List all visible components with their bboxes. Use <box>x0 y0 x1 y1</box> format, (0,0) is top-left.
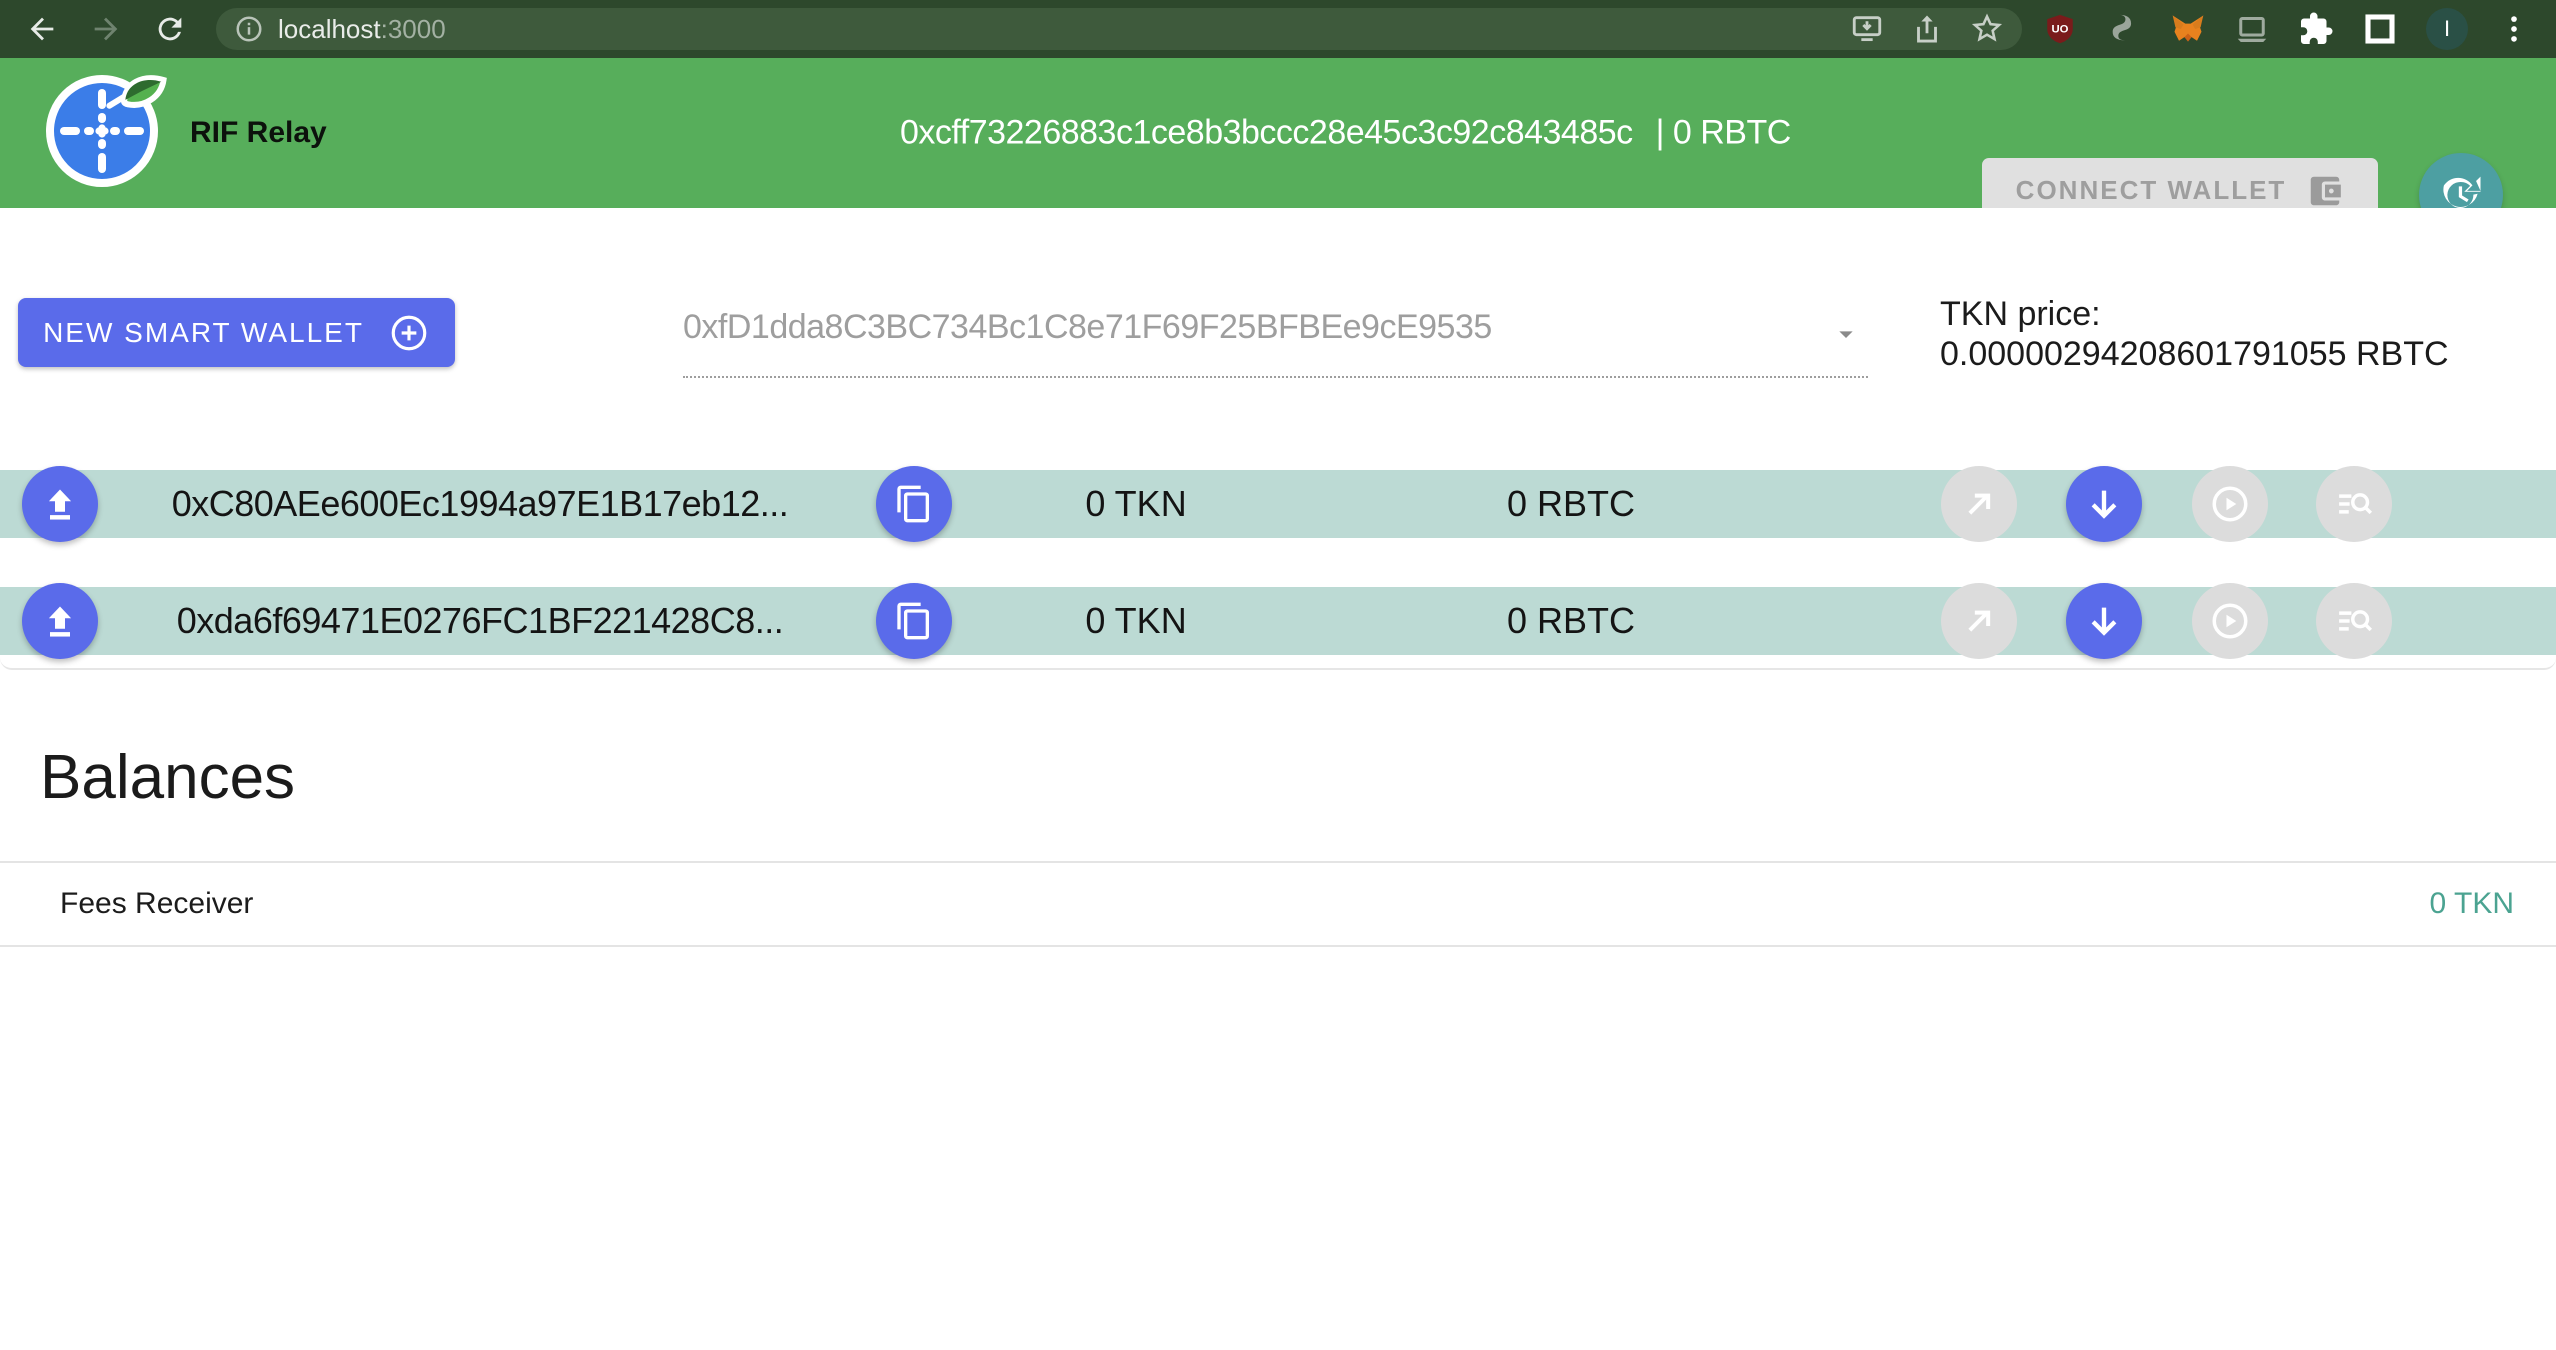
upload-icon <box>40 601 80 641</box>
wallet-tkn-balance: 0 TKN <box>1026 587 1246 655</box>
transfer-button[interactable] <box>1941 466 2017 542</box>
side-panel-icon[interactable] <box>2362 11 2398 47</box>
wallet-icon <box>2306 172 2344 210</box>
metamask-icon[interactable] <box>2170 11 2206 47</box>
copy-icon <box>894 484 934 524</box>
browser-toolbar: localhost:3000 UO <box>0 0 2556 58</box>
browser-menu-icon[interactable] <box>2496 11 2532 47</box>
copy-address-button[interactable] <box>876 583 952 659</box>
header-account-balance: | 0 RBTC <box>1656 114 1791 152</box>
screen: localhost:3000 UO <box>0 0 2556 1350</box>
extension-bar: UO <box>2042 8 2532 50</box>
receive-button[interactable] <box>2066 583 2142 659</box>
smart-wallet-row: 0xC80AEe600Ec1994a97E1B17eb12... 0 TKN 0… <box>0 470 2556 538</box>
url-host: localhost <box>278 14 381 45</box>
smart-wallet-select-value: 0xfD1dda8C3BC734Bc1C8e71F69F25BFBEe9cE95… <box>683 308 1492 347</box>
reload-icon[interactable] <box>152 11 188 47</box>
arrow-down-icon <box>2084 484 2124 524</box>
upload-icon <box>40 484 80 524</box>
install-icon[interactable] <box>1850 12 1884 46</box>
tkn-price: TKN price: 0.00000294208601791055 RBTC <box>1940 294 2449 374</box>
table-row: Fees Receiver 0 TKN <box>0 861 2556 947</box>
new-smart-wallet-label: NEW SMART WALLET <box>43 317 364 349</box>
tkn-price-label: TKN price: <box>1940 294 2449 334</box>
wallet-rbtc-balance: 0 RBTC <box>1461 587 1681 655</box>
rif-relay-logo <box>40 46 180 196</box>
app-header: RIF Relay 0xcff73226883c1ce8b3bccc28e45c… <box>0 58 2556 208</box>
wallet-address: 0xC80AEe600Ec1994a97E1B17eb12... <box>120 470 840 538</box>
url-port: :3000 <box>381 14 446 45</box>
balances-title: Balances <box>40 742 295 813</box>
bookmark-star-icon[interactable] <box>1970 12 2004 46</box>
back-icon[interactable] <box>24 11 60 47</box>
laptop-icon[interactable] <box>2234 11 2270 47</box>
profile-avatar[interactable]: I <box>2426 8 2468 50</box>
header-account-address: 0xcff73226883c1ce8b3bccc28e45c3c92c84348… <box>900 114 1633 152</box>
wallet-rbtc-balance: 0 RBTC <box>1461 470 1681 538</box>
transactions-search-button[interactable] <box>2316 583 2392 659</box>
transactions-search-button[interactable] <box>2316 466 2392 542</box>
app-title: RIF Relay <box>190 116 327 150</box>
wallet-address: 0xda6f69471E0276FC1BF221428C8... <box>120 587 840 655</box>
play-circle-icon <box>2209 600 2251 642</box>
arrow-up-right-icon <box>1959 484 1999 524</box>
arrow-up-right-icon <box>1959 601 1999 641</box>
svg-text:UO: UO <box>2052 24 2069 36</box>
transfer-button[interactable] <box>1941 583 2017 659</box>
search-list-icon <box>2333 600 2375 642</box>
share-icon[interactable] <box>1910 12 1944 46</box>
fees-receiver-label: Fees Receiver <box>60 887 253 921</box>
address-bar[interactable]: localhost:3000 <box>216 8 2022 50</box>
receive-button[interactable] <box>2066 466 2142 542</box>
extensions-puzzle-icon[interactable] <box>2298 11 2334 47</box>
arrow-down-icon <box>2084 601 2124 641</box>
fees-receiver-value: 0 TKN <box>2430 887 2514 921</box>
s-extension-icon[interactable] <box>2106 11 2142 47</box>
tkn-price-value: 0.00000294208601791055 RBTC <box>1940 334 2449 374</box>
forward-icon[interactable] <box>88 11 124 47</box>
search-list-icon <box>2333 483 2375 525</box>
copy-icon <box>894 601 934 641</box>
header-account: 0xcff73226883c1ce8b3bccc28e45c3c92c84348… <box>900 114 1791 153</box>
plus-circle-icon <box>388 312 430 354</box>
deploy-wallet-button[interactable] <box>22 583 98 659</box>
smart-wallet-row: 0xda6f69471E0276FC1BF221428C8... 0 TKN 0… <box>0 587 2556 655</box>
new-smart-wallet-button[interactable]: NEW SMART WALLET <box>18 298 455 367</box>
info-icon[interactable] <box>234 14 264 44</box>
execute-button[interactable] <box>2192 583 2268 659</box>
connect-wallet-label: CONNECT WALLET <box>2016 175 2287 206</box>
chevron-down-icon <box>1830 318 1862 350</box>
play-circle-icon <box>2209 483 2251 525</box>
smart-wallet-select[interactable]: 0xfD1dda8C3BC734Bc1C8e71F69F25BFBEe9cE95… <box>683 290 1868 378</box>
execute-button[interactable] <box>2192 466 2268 542</box>
wallet-tkn-balance: 0 TKN <box>1026 470 1246 538</box>
copy-address-button[interactable] <box>876 466 952 542</box>
deploy-wallet-button[interactable] <box>22 466 98 542</box>
ublock-icon[interactable]: UO <box>2042 11 2078 47</box>
